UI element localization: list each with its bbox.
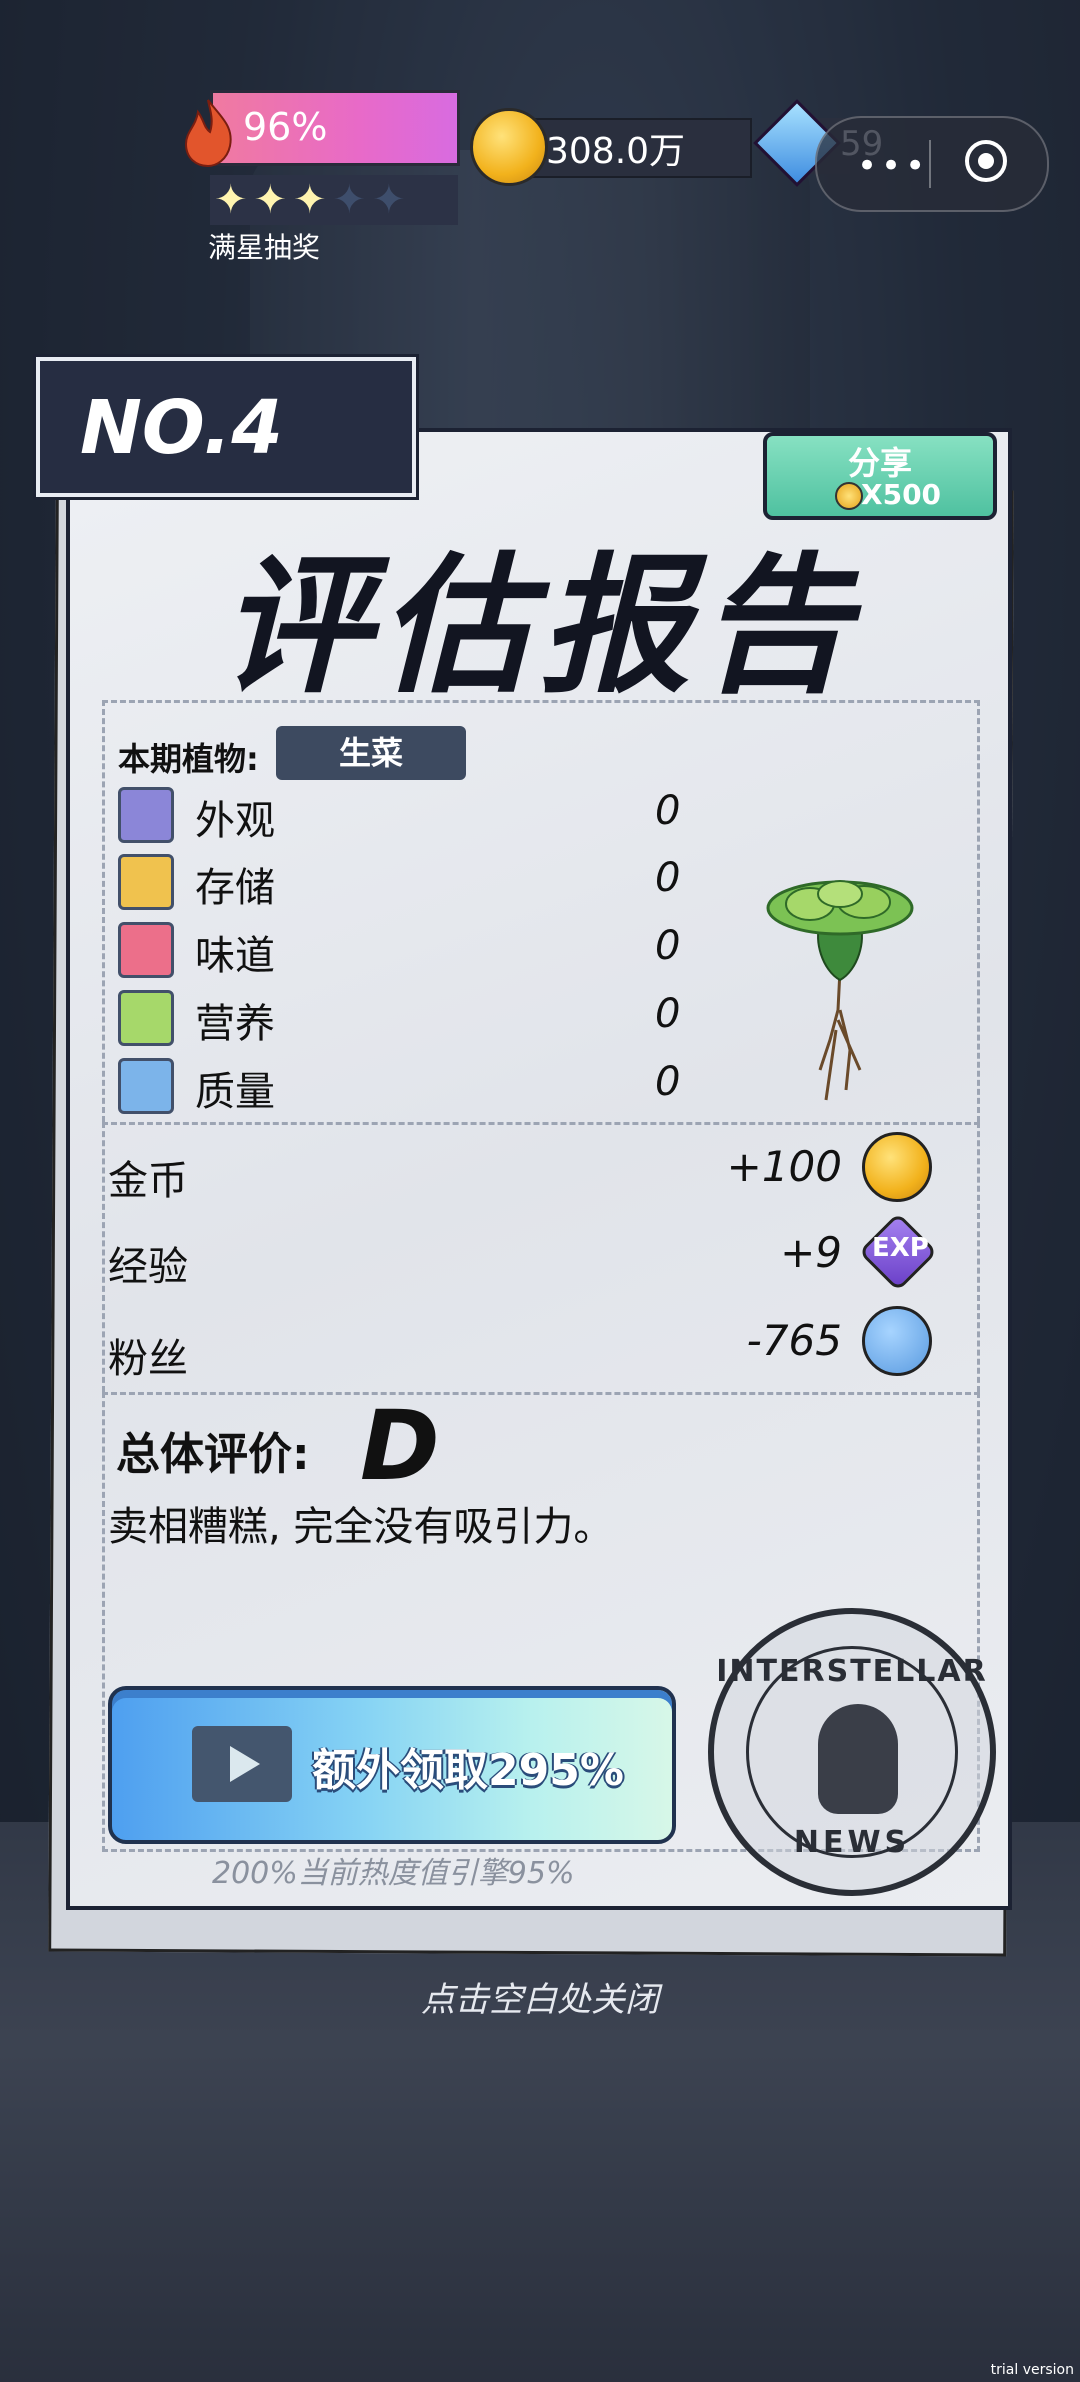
stat-name-storage: 存储 — [195, 865, 275, 911]
report-number-tag: NO.4 — [33, 354, 419, 500]
stat-name-taste: 味道 — [195, 933, 275, 979]
close-hint[interactable]: 点击空白处关闭 — [0, 1972, 1080, 2021]
alien-mascot-icon — [818, 1704, 898, 1814]
stat-value-appearance: 0 — [655, 788, 681, 834]
sparkle-icon — [118, 787, 174, 843]
reward-name-coins: 金币 — [108, 1158, 188, 1204]
muscle-icon — [118, 1058, 174, 1114]
fruit-icon — [118, 990, 174, 1046]
stat-value-storage: 0 — [655, 855, 681, 901]
claim-extra-label: 额外领取295% — [312, 1745, 624, 1796]
close-target-icon[interactable] — [965, 140, 1007, 182]
star-rating: ✦ ✦ ✦ ✦ ✦ — [210, 175, 458, 225]
stat-name-nutrition: 营养 — [195, 1001, 275, 1047]
coin-icon — [470, 108, 548, 186]
more-icon[interactable]: ••• — [857, 146, 929, 186]
reward-name-fans: 粉丝 — [108, 1336, 188, 1382]
interstellar-news-stamp: INTERSTELLAR NEWS — [708, 1608, 996, 1896]
star-empty-icon: ✦ — [372, 177, 406, 223]
flame-icon — [184, 99, 232, 168]
box-icon — [118, 854, 174, 910]
overall-label: 总体评价: — [116, 1429, 310, 1480]
reward-name-exp: 经验 — [108, 1244, 188, 1290]
report-title: 评估报告 — [219, 540, 860, 714]
stat-value-taste: 0 — [655, 923, 681, 969]
video-icon — [192, 1726, 292, 1802]
stat-value-quality: 0 — [655, 1059, 681, 1105]
fans-icon — [862, 1306, 932, 1376]
star-lottery-label[interactable]: 满星抽奖 — [208, 226, 320, 266]
overall-grade: D — [360, 1390, 440, 1502]
stat-value-nutrition: 0 — [655, 991, 681, 1037]
heat-percent: 96% — [243, 105, 328, 149]
extra-bonus-note: 200%当前热度值引擎95% — [212, 1856, 575, 1891]
claim-extra-button[interactable]: 额外领取295% — [108, 1686, 676, 1844]
star-icon: ✦ — [214, 177, 248, 223]
exp-icon-label: EXP — [872, 1233, 929, 1263]
star-icon: ✦ — [293, 177, 327, 223]
stamp-bottom-text: NEWS — [793, 1825, 911, 1860]
reward-value-coins: +100 — [726, 1142, 842, 1191]
star-empty-icon: ✦ — [332, 177, 367, 223]
heat-bar: 96% — [210, 90, 460, 166]
lettuce-plant-image — [766, 880, 914, 1101]
rewards-section — [102, 1122, 980, 1392]
stat-name-appearance: 外观 — [195, 798, 275, 844]
trial-watermark: trial version — [990, 2362, 1074, 2378]
evaluation-comment: 卖相糟糕, 完全没有吸引力。 — [108, 1504, 614, 1550]
stamp-top-text: INTERSTELLAR — [716, 1654, 988, 1689]
stat-name-quality: 质量 — [195, 1069, 275, 1115]
plant-label: 本期植物: — [118, 740, 259, 778]
coin-icon — [862, 1132, 932, 1202]
mini-program-capsule: ••• — [815, 116, 1049, 212]
star-icon: ✦ — [253, 177, 288, 223]
report-number: NO.4 — [80, 385, 283, 471]
coin-amount: 308.0万 — [546, 131, 686, 172]
reward-value-exp: +9 — [780, 1228, 842, 1277]
capsule-divider — [929, 140, 931, 188]
plant-name-badge: 生菜 — [276, 726, 466, 780]
utensils-icon — [118, 922, 174, 978]
reward-value-fans: -765 — [746, 1316, 842, 1365]
